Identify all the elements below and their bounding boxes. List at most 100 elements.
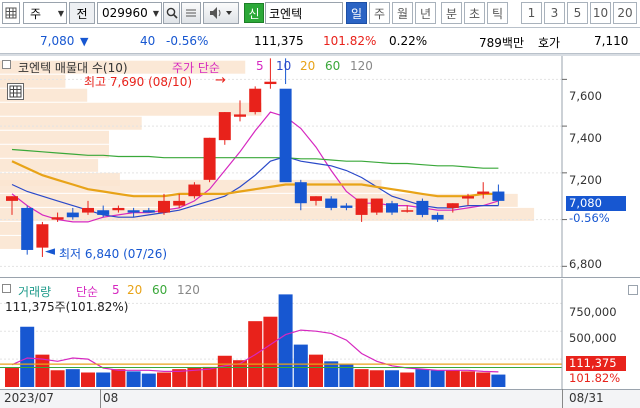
volume-bar — [400, 372, 415, 387]
search-button[interactable] — [163, 2, 180, 24]
interval-10[interactable]: 10 — [590, 2, 611, 24]
chart-settings-button[interactable] — [7, 83, 24, 100]
candle-body — [51, 217, 64, 220]
panel-collapse-button[interactable] — [2, 60, 11, 69]
tab-tick[interactable]: 틱 — [487, 2, 508, 24]
price-change: 40 — [140, 34, 156, 48]
volume-legend-ma120: 120 — [177, 283, 200, 297]
trade-volume: 111,375 — [254, 34, 304, 48]
tab-second[interactable]: 초 — [464, 2, 485, 24]
candle-body — [492, 191, 505, 201]
volume-bar — [445, 370, 460, 387]
market-select[interactable]: 주 ▼ — [23, 2, 67, 24]
volume-legend-ma60: 60 — [152, 283, 168, 297]
date-separator — [562, 389, 563, 408]
price-axis-7200: 7,200 — [569, 173, 602, 187]
candle-body — [203, 137, 216, 180]
stock-name-value: 코엔텍 — [269, 6, 303, 21]
sound-button[interactable] — [203, 2, 239, 24]
volume-bar — [385, 370, 399, 387]
grid-menu-button[interactable] — [2, 2, 20, 24]
volume-bar — [141, 373, 156, 387]
stock-name-field[interactable]: 코엔텍 — [265, 2, 343, 24]
candle-body — [477, 191, 490, 194]
hts-chart-window: { "toolbar": { "market_label": "주", "per… — [0, 0, 640, 408]
stock-code-input[interactable]: 029960 ▼ — [97, 2, 162, 24]
volume-profile-bar — [0, 158, 99, 172]
period-type-value: 전 — [76, 6, 88, 21]
panel-scroll-handle[interactable] — [628, 285, 638, 295]
volume-bar — [278, 294, 293, 387]
right-arrow-icon: → — [215, 73, 226, 88]
current-pct-label: -0.56% — [569, 211, 610, 225]
candle-body — [446, 203, 459, 208]
current-price-badge: 7,080 — [566, 196, 626, 211]
trade-amount: 789백만 — [479, 36, 524, 50]
period-type-select[interactable]: 전 — [69, 2, 95, 24]
candle-body — [462, 196, 474, 199]
candle-body — [142, 210, 155, 213]
candle-body — [158, 200, 170, 213]
volume-bar — [491, 374, 506, 387]
candle-body — [279, 88, 292, 183]
tab-minute[interactable]: 분 — [441, 2, 462, 24]
volume-bar — [126, 371, 141, 387]
volume-legend-ma5: 5 — [112, 283, 120, 297]
volume-bar — [217, 355, 232, 387]
new-listing-badge: 신 — [244, 3, 264, 23]
candle-body — [21, 207, 34, 250]
candle-body — [188, 184, 201, 197]
quote-price: 7,110 — [594, 34, 629, 48]
volume-axis-500000: 500,000 — [569, 331, 617, 345]
candle-body — [264, 81, 277, 85]
candle-body — [6, 196, 18, 201]
tab-week[interactable]: 주 — [369, 2, 390, 24]
price-axis-7600: 7,600 — [569, 89, 602, 103]
volume-bar — [369, 370, 384, 387]
volume-bar — [20, 326, 35, 387]
market-select-value: 주 — [30, 6, 42, 21]
stock-code-value: 029960 — [102, 6, 148, 20]
date-end: 08/31 — [569, 391, 604, 405]
candle-body — [310, 196, 322, 201]
legend-ma10: 10 — [276, 59, 292, 73]
volume-bar — [354, 369, 369, 387]
candle-body — [112, 207, 125, 211]
price-axis-7400: 7,400 — [569, 131, 602, 145]
volume-bar — [96, 372, 111, 387]
month-separator — [100, 389, 101, 408]
tab-year[interactable]: 년 — [415, 2, 436, 24]
volume-bar — [5, 368, 19, 387]
interval-1[interactable]: 1 — [521, 2, 542, 24]
history-dropdown-button[interactable] — [181, 2, 201, 24]
candle-body — [127, 210, 140, 213]
chevron-down-icon: ▼ — [57, 8, 64, 18]
candle-body — [173, 200, 186, 206]
volume-bar — [461, 371, 475, 387]
speaker-icon — [210, 7, 232, 19]
volume-bar — [65, 369, 80, 387]
tab-month[interactable]: 월 — [392, 2, 413, 24]
candle-body — [355, 198, 368, 215]
volume-bar — [263, 316, 278, 387]
candle-body — [401, 210, 414, 212]
volume-legend-ma20: 20 — [127, 283, 143, 297]
interval-20[interactable]: 20 — [613, 2, 637, 24]
interval-3[interactable]: 3 — [544, 2, 565, 24]
down-arrow-icon: ▼ — [80, 35, 89, 48]
table-icon — [9, 85, 22, 98]
date-axis — [0, 389, 640, 408]
low-price-label: 최저 6,840 (07/26) — [59, 247, 168, 261]
candle-body — [370, 198, 383, 213]
legend-ma5: 5 — [256, 59, 264, 73]
volume-bar — [111, 369, 126, 387]
candle-body — [386, 203, 398, 213]
tab-day[interactable]: 일 — [346, 2, 367, 24]
volume-bar — [81, 372, 95, 387]
current-volume-pct: 101.82% — [569, 371, 621, 385]
volume-panel-collapse-button[interactable] — [2, 284, 11, 293]
list-icon — [186, 9, 196, 17]
candle-body — [325, 198, 338, 208]
search-icon — [166, 7, 178, 19]
interval-5[interactable]: 5 — [567, 2, 588, 24]
